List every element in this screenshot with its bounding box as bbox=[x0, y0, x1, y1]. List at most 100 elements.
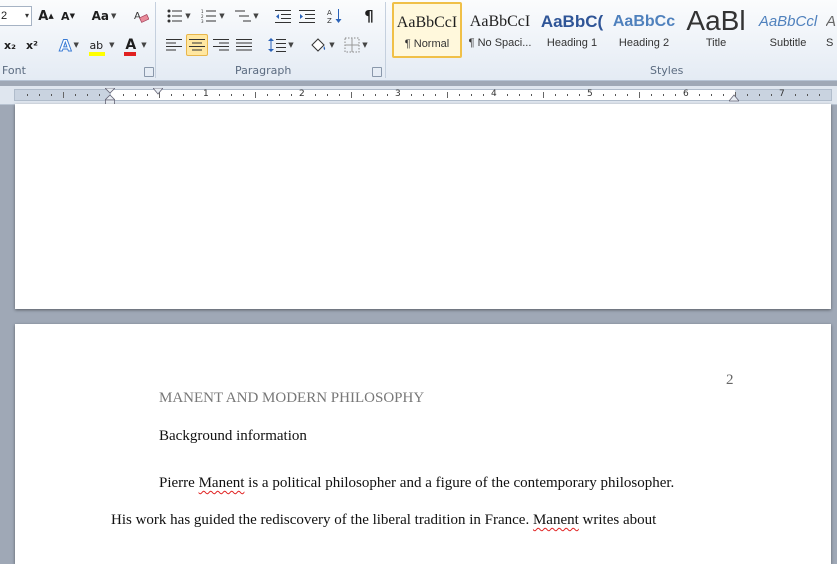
line-spacing-button[interactable]: ▼ bbox=[266, 34, 296, 56]
misspelled-word[interactable]: Manent bbox=[533, 512, 579, 528]
font-size-value: 2 bbox=[1, 10, 8, 22]
text-effects-button[interactable]: A ▼ bbox=[56, 34, 82, 56]
borders-button[interactable]: ▼ bbox=[340, 34, 372, 56]
style-heading-1[interactable]: AaBbC( Heading 1 bbox=[537, 2, 607, 58]
bullets-button[interactable]: ▼ bbox=[164, 5, 194, 27]
ruler-mark bbox=[795, 94, 796, 96]
paragraph-dialog-launcher-icon[interactable] bbox=[372, 67, 382, 77]
font-color-label: A bbox=[125, 37, 137, 53]
ruler-mark bbox=[471, 94, 472, 96]
ruler-number: 1 bbox=[203, 89, 209, 99]
ruler-mark bbox=[759, 94, 760, 96]
ruler-mark bbox=[255, 92, 256, 98]
show-hide-formatting-button[interactable]: ¶ bbox=[358, 5, 380, 27]
ruler-mark bbox=[171, 94, 172, 96]
style-title[interactable]: AaBl Title bbox=[681, 2, 751, 58]
ruler-mark bbox=[99, 94, 100, 96]
ruler-mark bbox=[27, 94, 28, 96]
section-heading: Background information bbox=[159, 428, 307, 444]
ruler-mark bbox=[183, 94, 184, 96]
style-no-spacing[interactable]: AaBbCcI ¶ No Spaci... bbox=[465, 2, 535, 58]
style-normal[interactable]: AaBbCcI ¶ Normal bbox=[392, 2, 462, 58]
justify-button[interactable] bbox=[233, 34, 255, 56]
svg-text:A: A bbox=[327, 9, 332, 17]
ruler-mark bbox=[231, 94, 232, 96]
font-color-button[interactable]: A ▼ bbox=[122, 34, 150, 56]
first-line-indent-marker-icon[interactable] bbox=[153, 88, 163, 96]
ruler-mark bbox=[639, 92, 640, 98]
multilevel-list-button[interactable]: ▼ bbox=[232, 5, 262, 27]
ruler-mark bbox=[459, 94, 460, 96]
ruler-mark bbox=[219, 94, 220, 96]
highlight-icon: ab bbox=[89, 38, 106, 56]
ruler-mark bbox=[771, 94, 772, 96]
shrink-font-button[interactable]: A ▼ bbox=[58, 5, 78, 27]
grow-font-button[interactable]: A ▲ bbox=[36, 5, 56, 27]
svg-text:Z: Z bbox=[327, 17, 332, 24]
horizontal-ruler[interactable]: 1 2 3 4 5 6 7 bbox=[0, 86, 837, 106]
sort-button[interactable]: AZ bbox=[324, 5, 346, 27]
decrease-indent-icon bbox=[275, 10, 291, 23]
decrease-indent-button[interactable] bbox=[272, 5, 294, 27]
highlight-button[interactable]: ab ▼ bbox=[86, 34, 118, 56]
align-left-button[interactable] bbox=[163, 34, 185, 56]
ruler-mark bbox=[627, 94, 628, 96]
ruler-mark bbox=[483, 94, 484, 96]
style-subtitle[interactable]: AaBbCcl Subtitle bbox=[753, 2, 823, 58]
ruler-number: 5 bbox=[587, 89, 593, 99]
font-size-box[interactable]: 2 ▾ bbox=[0, 6, 32, 26]
font-group-label: Font bbox=[2, 64, 26, 77]
ruler-track: 1 2 3 4 5 6 7 bbox=[14, 89, 832, 101]
numbering-button[interactable]: 1 2 3 ▼ bbox=[198, 5, 228, 27]
style-heading-2[interactable]: AaBbCc Heading 2 bbox=[609, 2, 679, 58]
style-name: Title bbox=[705, 37, 727, 49]
superscript-button[interactable]: x² bbox=[22, 34, 42, 56]
page-2[interactable]: 2 MANENT AND MODERN PHILOSOPHY Backgroun… bbox=[15, 324, 831, 564]
body-paragraph-line: His work has guided the rediscovery of t… bbox=[111, 512, 656, 529]
style-preview: AaBbCcI bbox=[469, 13, 531, 30]
shading-button[interactable]: ▼ bbox=[306, 34, 338, 56]
justify-icon bbox=[236, 39, 252, 51]
numbering-icon: 123 bbox=[201, 9, 217, 23]
borders-icon bbox=[344, 37, 360, 53]
highlight-label: ab bbox=[89, 38, 104, 52]
style-preview: A bbox=[826, 13, 836, 30]
ruler-number: 2 bbox=[299, 89, 305, 99]
sort-icon: AZ bbox=[327, 9, 342, 24]
ruler-mark bbox=[423, 94, 424, 96]
align-center-button[interactable] bbox=[186, 34, 208, 56]
style-name: S bbox=[826, 37, 834, 49]
bullets-icon bbox=[167, 9, 183, 23]
increase-indent-icon bbox=[299, 10, 315, 23]
change-case-button[interactable]: Aa ▼ bbox=[90, 5, 118, 27]
page-1-bottom[interactable] bbox=[15, 104, 831, 309]
ruler-mark bbox=[411, 94, 412, 96]
superscript-label: x² bbox=[26, 38, 38, 52]
align-right-button[interactable] bbox=[210, 34, 232, 56]
align-left-icon bbox=[166, 39, 182, 51]
clear-formatting-button[interactable]: A bbox=[130, 5, 152, 27]
font-dialog-launcher-icon[interactable] bbox=[144, 67, 154, 77]
subscript-button[interactable]: x₂ bbox=[0, 34, 20, 56]
ruler-mark bbox=[435, 94, 436, 96]
text-run: writes about bbox=[578, 512, 657, 528]
ruler-mark bbox=[567, 94, 568, 96]
ruler-mark bbox=[807, 94, 808, 96]
subscript-label: x₂ bbox=[4, 38, 16, 52]
page-number: 2 bbox=[726, 372, 734, 388]
right-indent-marker-icon[interactable] bbox=[729, 94, 739, 102]
ruler-number: 7 bbox=[779, 89, 785, 99]
ruler-mark bbox=[603, 94, 604, 96]
ruler-mark bbox=[291, 94, 292, 96]
style-subtle-emphasis[interactable]: A S bbox=[825, 2, 837, 58]
style-name: ¶ Normal bbox=[404, 38, 450, 50]
increase-indent-button[interactable] bbox=[296, 5, 318, 27]
ruler-mark bbox=[711, 94, 712, 96]
ruler-mark bbox=[135, 94, 136, 96]
paint-bucket-icon bbox=[311, 38, 326, 52]
style-name: Heading 1 bbox=[546, 37, 598, 49]
font-size-dropdown-icon[interactable]: ▾ bbox=[25, 7, 29, 25]
misspelled-word[interactable]: Manent bbox=[199, 475, 245, 491]
font-color-icon: A bbox=[124, 37, 137, 56]
style-name: Subtitle bbox=[769, 37, 807, 49]
